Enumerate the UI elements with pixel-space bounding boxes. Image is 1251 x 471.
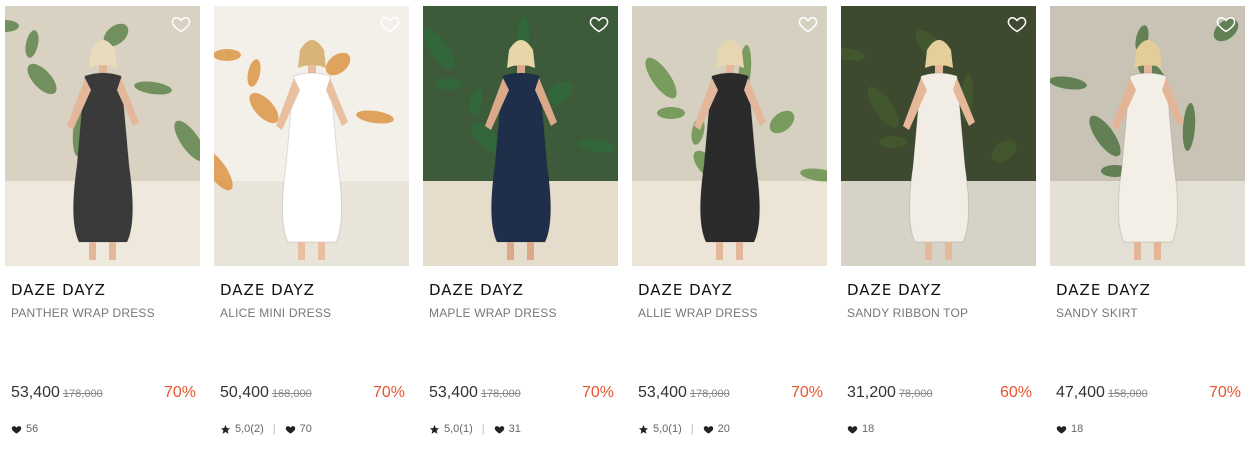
original-price: 178,000	[480, 388, 521, 400]
brand-name[interactable]: DAZE DAYZ	[638, 281, 733, 299]
product-card[interactable]: DAZE DAYZ SANDY SKIRT 47,400 158,000 70% …	[1050, 6, 1245, 466]
price-row: 31,200 78,000 60%	[847, 384, 1032, 406]
sale-price: 50,400 168,000	[220, 384, 312, 402]
brand-name[interactable]: DAZE DAYZ	[429, 281, 524, 299]
product-name[interactable]: SANDY RIBBON TOP	[847, 306, 968, 320]
discount-badge: 70%	[163, 384, 196, 401]
heart-icon	[703, 425, 713, 434]
brand-name[interactable]: DAZE DAYZ	[220, 281, 315, 299]
original-price: 168,000	[271, 388, 312, 400]
product-card[interactable]: DAZE DAYZ ALLIE WRAP DRESS 53,400 178,000…	[632, 6, 827, 466]
product-card[interactable]: DAZE DAYZ SANDY RIBBON TOP 31,200 78,000 …	[841, 6, 1036, 466]
rating-text: 5,0(2)	[235, 423, 264, 435]
product-name[interactable]: ALICE MINI DRESS	[220, 306, 331, 320]
product-meta: 5,0(1) | 20	[638, 423, 730, 435]
heart-icon	[494, 425, 504, 434]
price-row: 53,400 178,000 70%	[638, 384, 823, 406]
heart-outline-icon[interactable]	[170, 14, 192, 34]
likes-count: 56	[26, 423, 39, 435]
product-meta: 5,0(1) | 31	[429, 423, 521, 435]
meta-separator: |	[481, 423, 485, 435]
brand-name[interactable]: DAZE DAYZ	[1056, 281, 1151, 299]
product-image[interactable]	[423, 6, 618, 266]
heart-outline-icon[interactable]	[588, 14, 610, 34]
heart-icon	[285, 425, 295, 434]
product-meta: 56	[11, 423, 38, 435]
sale-price-value: 53,400	[429, 384, 478, 401]
likes-count: 70	[299, 423, 312, 435]
price-row: 50,400 168,000 70%	[220, 384, 405, 406]
price-row: 53,400 178,000 70%	[11, 384, 196, 406]
sale-price: 31,200 78,000	[847, 384, 933, 402]
sale-price: 53,400 178,000	[429, 384, 521, 402]
heart-outline-icon[interactable]	[379, 14, 401, 34]
sale-price-value: 47,400	[1056, 384, 1105, 401]
star-icon	[429, 424, 440, 434]
heart-icon	[11, 425, 22, 434]
brand-name[interactable]: DAZE DAYZ	[847, 281, 942, 299]
rating-text: 5,0(1)	[444, 423, 473, 435]
heart-outline-icon[interactable]	[797, 14, 819, 34]
heart-icon	[1056, 425, 1067, 434]
product-meta: 18	[1056, 423, 1083, 435]
product-photo[interactable]	[214, 6, 409, 266]
price-row: 47,400 158,000 70%	[1056, 384, 1241, 406]
product-photo[interactable]	[423, 6, 618, 266]
discount-badge: 70%	[581, 384, 614, 401]
discount-badge: 70%	[372, 384, 405, 401]
heart-outline-icon[interactable]	[1215, 14, 1237, 34]
discount-badge: 70%	[1208, 384, 1241, 401]
sale-price: 47,400 158,000	[1056, 384, 1148, 402]
original-price: 178,000	[689, 388, 730, 400]
product-name[interactable]: MAPLE WRAP DRESS	[429, 306, 557, 320]
sale-price: 53,400 178,000	[11, 384, 103, 402]
product-photo[interactable]	[5, 6, 200, 266]
product-card[interactable]: DAZE DAYZ MAPLE WRAP DRESS 53,400 178,000…	[423, 6, 618, 466]
meta-separator: |	[272, 423, 276, 435]
heart-icon	[847, 425, 858, 434]
product-image[interactable]	[841, 6, 1036, 266]
sale-price: 53,400 178,000	[638, 384, 730, 402]
product-name[interactable]: PANTHER WRAP DRESS	[11, 306, 155, 320]
product-image[interactable]	[1050, 6, 1245, 266]
star-icon	[638, 424, 649, 434]
original-price: 178,000	[62, 388, 103, 400]
product-photo[interactable]	[632, 6, 827, 266]
product-image[interactable]	[5, 6, 200, 266]
sale-price-value: 50,400	[220, 384, 269, 401]
discount-badge: 70%	[790, 384, 823, 401]
product-name[interactable]: SANDY SKIRT	[1056, 306, 1138, 320]
rating-text: 5,0(1)	[653, 423, 682, 435]
star-icon	[220, 424, 231, 434]
likes-count: 18	[1071, 423, 1084, 435]
product-name[interactable]: ALLIE WRAP DRESS	[638, 306, 758, 320]
heart-outline-icon[interactable]	[1006, 14, 1028, 34]
brand-name[interactable]: DAZE DAYZ	[11, 281, 106, 299]
product-card[interactable]: DAZE DAYZ PANTHER WRAP DRESS 53,400 178,0…	[5, 6, 200, 466]
product-meta: 18	[847, 423, 874, 435]
product-photo[interactable]	[841, 6, 1036, 266]
product-image[interactable]	[214, 6, 409, 266]
original-price: 78,000	[898, 388, 933, 400]
product-grid: DAZE DAYZ PANTHER WRAP DRESS 53,400 178,0…	[5, 6, 1245, 466]
likes-count: 20	[717, 423, 730, 435]
product-photo[interactable]	[1050, 6, 1245, 266]
product-image[interactable]	[632, 6, 827, 266]
sale-price-value: 53,400	[638, 384, 687, 401]
original-price: 158,000	[1107, 388, 1148, 400]
likes-count: 31	[508, 423, 521, 435]
meta-separator: |	[690, 423, 694, 435]
price-row: 53,400 178,000 70%	[429, 384, 614, 406]
sale-price-value: 31,200	[847, 384, 896, 401]
product-card[interactable]: DAZE DAYZ ALICE MINI DRESS 50,400 168,000…	[214, 6, 409, 466]
sale-price-value: 53,400	[11, 384, 60, 401]
likes-count: 18	[862, 423, 875, 435]
product-meta: 5,0(2) | 70	[220, 423, 312, 435]
discount-badge: 60%	[999, 384, 1032, 401]
